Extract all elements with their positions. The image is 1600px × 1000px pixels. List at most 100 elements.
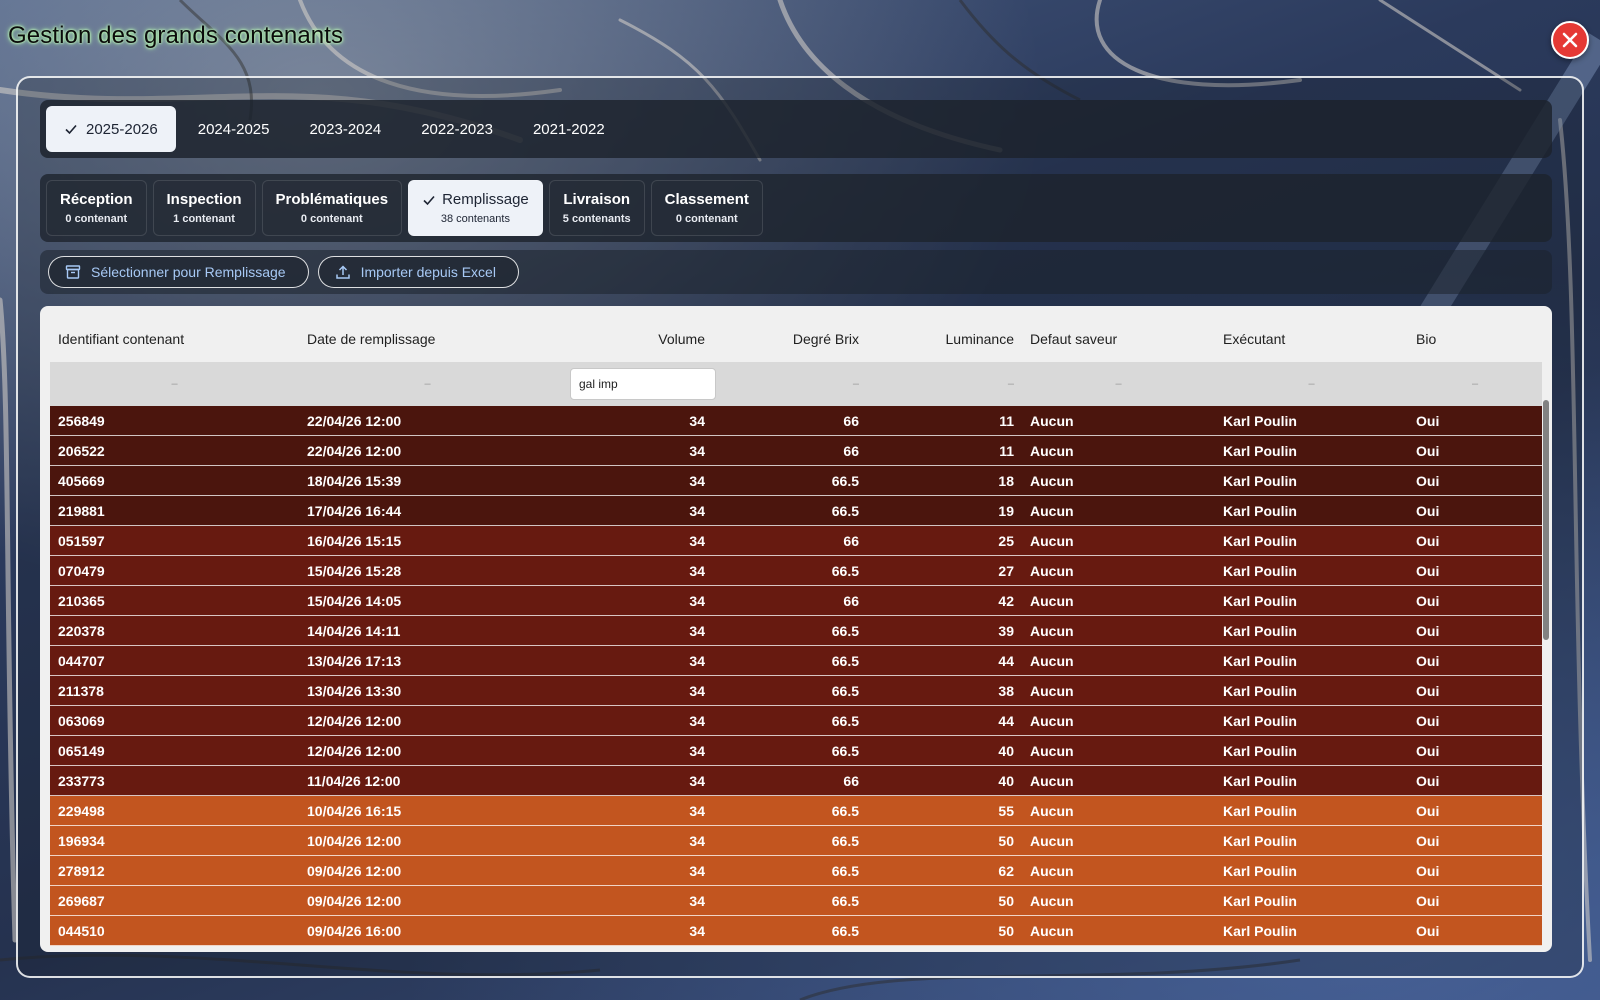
cell-defaut: Aucun bbox=[1030, 472, 1074, 489]
cell-executant: Karl Poulin bbox=[1223, 862, 1297, 879]
cell-luminance: 38 bbox=[998, 682, 1014, 699]
cell-id: 219881 bbox=[58, 502, 105, 519]
filter-executant[interactable]: – bbox=[1215, 378, 1408, 390]
table-row[interactable]: 233773 11/04/26 12:00 34 66 40 Aucun Karl Poul… bbox=[50, 766, 1542, 796]
column-header-defaut[interactable]: Defaut saveur bbox=[1022, 331, 1215, 347]
stage-tab-count: 5 contenants bbox=[562, 213, 631, 225]
select-for-filling-button[interactable]: Sélectionner pour Remplissage bbox=[48, 256, 309, 288]
tab-season-2024-2025[interactable]: 2024-2025 bbox=[180, 106, 288, 152]
cell-bio: Oui bbox=[1416, 862, 1440, 879]
season-tab-label: 2022-2023 bbox=[421, 120, 493, 138]
cell-id: 196934 bbox=[58, 832, 105, 849]
table-row[interactable]: 206522 22/04/26 12:00 34 66 11 Aucun Karl Poul… bbox=[50, 436, 1542, 466]
tab-season-2025-2026[interactable]: 2025-2026 bbox=[46, 106, 176, 152]
table-row[interactable]: 044510 09/04/26 16:00 34 66.5 50 Aucun Karl Po… bbox=[50, 916, 1542, 946]
cell-bio: Oui bbox=[1416, 442, 1440, 459]
table-row[interactable]: 278912 09/04/26 12:00 34 66.5 62 Aucun Karl Po… bbox=[50, 856, 1542, 886]
app-title: Gestion des grands contenants bbox=[8, 22, 344, 49]
tab-reception[interactable]: Réception 0 contenant bbox=[46, 180, 147, 236]
cell-id: 220378 bbox=[58, 622, 105, 639]
cell-date: 09/04/26 12:00 bbox=[307, 862, 402, 879]
tab-inspection[interactable]: Inspection 1 contenant bbox=[152, 180, 256, 236]
cell-luminance: 11 bbox=[999, 442, 1014, 459]
table-row[interactable]: 269687 09/04/26 12:00 34 66.5 50 Aucun Karl Po… bbox=[50, 886, 1542, 916]
cell-volume: 34 bbox=[689, 652, 705, 669]
cell-bio: Oui bbox=[1416, 472, 1440, 489]
column-header-brix[interactable]: Degré Brix bbox=[713, 331, 867, 347]
tab-classement[interactable]: Classement 0 contenant bbox=[650, 180, 763, 236]
filter-brix[interactable]: – bbox=[713, 378, 867, 390]
table-row[interactable]: 229498 10/04/26 16:15 34 66.5 55 Aucun Karl Po… bbox=[50, 796, 1542, 826]
close-icon bbox=[1562, 32, 1578, 48]
stage-tab-label: Problématiques bbox=[275, 191, 389, 208]
cell-id: 044707 bbox=[58, 652, 105, 669]
cell-luminance: 42 bbox=[998, 592, 1014, 609]
cell-luminance: 25 bbox=[998, 532, 1014, 549]
scrollbar[interactable] bbox=[1543, 400, 1549, 640]
cell-volume: 34 bbox=[689, 562, 705, 579]
cell-volume: 34 bbox=[689, 712, 705, 729]
tab-season-2023-2024[interactable]: 2023-2024 bbox=[291, 106, 399, 152]
import-excel-button[interactable]: Importer depuis Excel bbox=[317, 256, 519, 288]
cell-executant: Karl Poulin bbox=[1223, 652, 1297, 669]
column-header-executant[interactable]: Exécutant bbox=[1215, 331, 1408, 347]
table-row[interactable]: 063069 12/04/26 12:00 34 66.5 44 Aucun Karl Po… bbox=[50, 706, 1542, 736]
cell-bio: Oui bbox=[1416, 682, 1440, 699]
cell-luminance: 50 bbox=[998, 892, 1014, 909]
tab-problematiques[interactable]: Problématiques 0 contenant bbox=[261, 180, 403, 236]
cell-date: 22/04/26 12:00 bbox=[307, 442, 402, 459]
filter-id[interactable]: – bbox=[50, 378, 299, 390]
tab-season-2022-2023[interactable]: 2022-2023 bbox=[403, 106, 511, 152]
cell-luminance: 39 bbox=[998, 622, 1014, 639]
filter-bio[interactable]: – bbox=[1408, 378, 1542, 390]
stage-tab-count: 1 contenant bbox=[173, 213, 235, 225]
table-row[interactable]: 044707 13/04/26 17:13 34 66.5 44 Aucun Karl Po… bbox=[50, 646, 1542, 676]
table-row[interactable]: 051597 16/04/26 15:15 34 66 25 Aucun Karl Poul… bbox=[50, 526, 1542, 556]
cell-id: 405669 bbox=[58, 472, 105, 489]
cell-date: 09/04/26 12:00 bbox=[307, 892, 402, 909]
table-row[interactable]: 256849 22/04/26 12:00 34 66 11 Aucun Karl Poul… bbox=[50, 406, 1542, 436]
table-row[interactable]: 070479 15/04/26 15:28 34 66.5 27 Aucun Karl Po… bbox=[50, 556, 1542, 586]
cell-executant: Karl Poulin bbox=[1223, 472, 1297, 489]
cell-defaut: Aucun bbox=[1030, 652, 1074, 669]
filter-date[interactable]: – bbox=[299, 378, 556, 390]
upload-icon bbox=[335, 265, 350, 279]
cell-luminance: 27 bbox=[998, 562, 1014, 579]
stage-tab-label: Remplissage bbox=[442, 191, 529, 208]
table-row[interactable]: 196934 10/04/26 12:00 34 66.5 50 Aucun Karl Po… bbox=[50, 826, 1542, 856]
cell-luminance: 40 bbox=[998, 742, 1014, 759]
cell-brix: 66.5 bbox=[831, 622, 859, 639]
cell-volume: 34 bbox=[689, 412, 705, 429]
filter-defaut[interactable]: – bbox=[1022, 378, 1215, 390]
tab-season-2021-2022[interactable]: 2021-2022 bbox=[515, 106, 623, 152]
filter-row: – – – – – – – bbox=[50, 362, 1542, 406]
cell-luminance: 11 bbox=[999, 412, 1014, 429]
table-row[interactable]: 065149 12/04/26 12:00 34 66.5 40 Aucun Karl Po… bbox=[50, 736, 1542, 766]
cell-brix: 66 bbox=[843, 412, 859, 429]
tab-remplissage[interactable]: Remplissage 38 contenants bbox=[408, 180, 543, 236]
volume-filter-input[interactable] bbox=[570, 368, 716, 400]
column-header-volume[interactable]: Volume bbox=[556, 331, 713, 347]
season-tab-label: 2025-2026 bbox=[86, 120, 158, 138]
table-row[interactable]: 405669 18/04/26 15:39 34 66.5 18 Aucun Karl Po… bbox=[50, 466, 1542, 496]
cell-executant: Karl Poulin bbox=[1223, 772, 1297, 789]
table-row[interactable]: 210365 15/04/26 14:05 34 66 42 Aucun Karl Poul… bbox=[50, 586, 1542, 616]
column-header-date[interactable]: Date de remplissage bbox=[299, 331, 556, 347]
cell-brix: 66 bbox=[843, 592, 859, 609]
filter-luminance[interactable]: – bbox=[867, 378, 1022, 390]
column-header-luminance[interactable]: Luminance bbox=[867, 331, 1022, 347]
column-header-id[interactable]: Identifiant contenant bbox=[50, 331, 299, 347]
cell-bio: Oui bbox=[1416, 622, 1440, 639]
table-row[interactable]: 220378 14/04/26 14:11 34 66.5 39 Aucun Karl Po… bbox=[50, 616, 1542, 646]
cell-id: 233773 bbox=[58, 772, 105, 789]
cell-bio: Oui bbox=[1416, 592, 1440, 609]
cell-defaut: Aucun bbox=[1030, 562, 1074, 579]
table-row[interactable]: 219881 17/04/26 16:44 34 66.5 19 Aucun Karl Po… bbox=[50, 496, 1542, 526]
close-button[interactable] bbox=[1551, 21, 1589, 59]
cell-brix: 66.5 bbox=[831, 472, 859, 489]
cell-defaut: Aucun bbox=[1030, 712, 1074, 729]
table-row[interactable]: 211378 13/04/26 13:30 34 66.5 38 Aucun Karl Po… bbox=[50, 676, 1542, 706]
cell-brix: 66.5 bbox=[831, 802, 859, 819]
tab-livraison[interactable]: Livraison 5 contenants bbox=[548, 180, 645, 236]
column-header-bio[interactable]: Bio bbox=[1408, 331, 1542, 347]
